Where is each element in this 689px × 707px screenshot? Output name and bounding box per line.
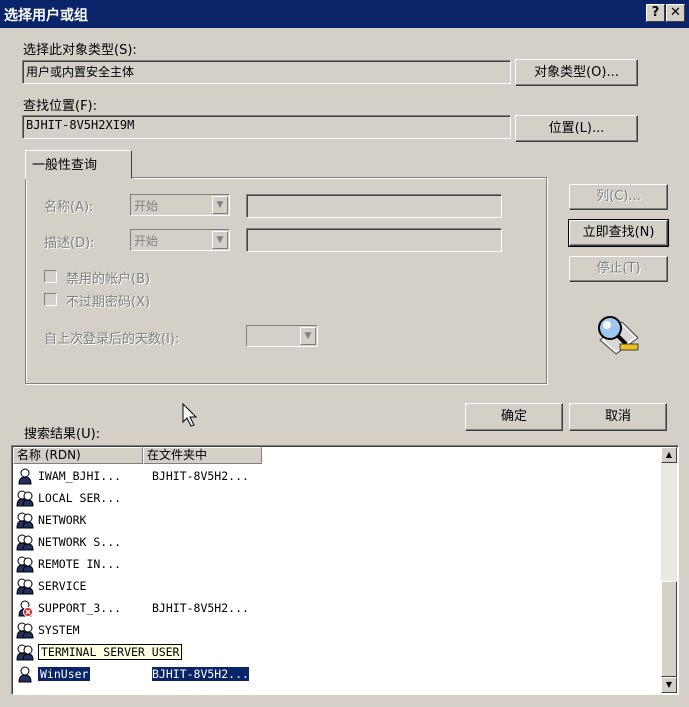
disabled-accounts-checkbox[interactable] <box>44 270 57 283</box>
object-type-field: 用户或内置安全主体 <box>22 60 511 84</box>
search-magnifier-icon <box>598 316 639 355</box>
find-now-button[interactable]: 立即查找(N) <box>568 219 669 247</box>
list-item[interactable]: IWAM_BJHI... BJHIT-8V5H2... <box>16 466 266 487</box>
location-label: 查找位置(F): <box>23 99 98 114</box>
object-types-button[interactable]: 对象类型(O)... <box>515 59 638 86</box>
tab-general-query[interactable]: 一般性查询 <box>25 150 132 179</box>
result-folder: BJHIT-8V5H2... <box>152 601 249 615</box>
result-name: NETWORK <box>38 513 87 527</box>
group-icon <box>16 622 34 639</box>
disabled-user-icon <box>18 600 33 617</box>
list-item[interactable]: NETWORK <box>16 510 266 531</box>
description-input[interactable] <box>246 228 502 252</box>
user-icon <box>18 666 32 683</box>
vertical-scrollbar[interactable]: ▲ ▼ <box>661 447 677 693</box>
scrollbar-thumb[interactable] <box>661 581 677 677</box>
list-item[interactable]: SUPPORT_3... BJHIT-8V5H2... <box>16 598 266 619</box>
name-mode-select[interactable]: 开始 ▼ <box>130 194 230 216</box>
result-name: SYSTEM <box>38 623 80 637</box>
chevron-down-icon: ▼ <box>212 196 228 214</box>
title-bar: 选择用户或组 ? ✕ <box>0 0 689 28</box>
result-name: IWAM_BJHI... <box>38 469 122 483</box>
name-mode-value: 开始 <box>134 199 159 213</box>
chevron-down-icon: ▼ <box>212 231 228 249</box>
list-item[interactable]: LOCAL SER... <box>16 488 266 509</box>
object-type-label: 选择此对象类型(S): <box>23 43 137 58</box>
name-input[interactable] <box>246 194 502 218</box>
chevron-down-icon: ▼ <box>300 327 316 345</box>
name-label: 名称(A): <box>44 200 94 215</box>
group-icon <box>16 644 34 661</box>
description-label: 描述(D): <box>44 236 95 251</box>
result-name: REMOTE IN... <box>38 557 122 571</box>
location-field: BJHIT-8V5H2XI9M <box>22 115 511 139</box>
window-title: 选择用户或组 <box>4 8 88 24</box>
list-item[interactable]: SYSTEM <box>16 620 266 641</box>
search-results-list[interactable]: 名称 (RDN) 在文件夹中 IWAM_BJHI... BJHIT-8V5H2..… <box>11 445 679 695</box>
days-since-logon-select[interactable]: ▼ <box>246 325 318 347</box>
description-mode-select[interactable]: 开始 ▼ <box>130 229 230 251</box>
result-folder: BJHIT-8V5H2... <box>152 667 249 681</box>
columns-button[interactable]: 列(C)... <box>569 184 668 210</box>
column-header-folder[interactable]: 在文件夹中 <box>143 447 262 464</box>
result-name: NETWORK S... <box>38 535 122 549</box>
result-name: TERMINAL SERVER USER <box>38 644 183 660</box>
result-name: WinUser <box>38 667 91 681</box>
description-mode-value: 开始 <box>134 234 159 248</box>
help-button[interactable]: ? <box>646 4 665 22</box>
cancel-button[interactable]: 取消 <box>569 403 667 431</box>
stop-button[interactable]: 停止(T) <box>569 256 668 282</box>
column-header-name[interactable]: 名称 (RDN) <box>13 447 143 464</box>
user-icon <box>18 468 32 485</box>
non-expiring-password-checkbox[interactable] <box>44 293 57 306</box>
group-icon <box>16 534 34 551</box>
non-expiring-password-label: 不过期密码(X) <box>66 295 151 310</box>
disabled-accounts-label: 禁用的帐户(B) <box>66 272 151 287</box>
scroll-up-icon[interactable]: ▲ <box>661 447 677 463</box>
result-name: SERVICE <box>38 579 87 593</box>
close-button[interactable]: ✕ <box>666 4 685 22</box>
ok-button[interactable]: 确定 <box>465 403 563 431</box>
locations-button[interactable]: 位置(L)... <box>515 115 638 142</box>
scroll-down-icon[interactable]: ▼ <box>661 677 677 693</box>
group-icon <box>16 556 34 573</box>
search-results-label: 搜索结果(U): <box>24 427 101 442</box>
result-name: SUPPORT_3... <box>38 601 122 615</box>
result-folder: BJHIT-8V5H2... <box>152 469 249 483</box>
result-name: LOCAL SER... <box>38 491 122 505</box>
group-icon <box>16 578 34 595</box>
group-icon <box>16 512 34 529</box>
mouse-cursor-icon <box>182 403 198 427</box>
list-item[interactable]: SERVICE <box>16 576 266 597</box>
list-item[interactable]: REMOTE IN... <box>16 554 266 575</box>
days-since-logon-label: 自上次登录后的天数(I): <box>44 332 180 347</box>
list-item[interactable]: WinUser BJHIT-8V5H2... <box>16 664 266 685</box>
list-item[interactable]: TERMINAL SERVER USER <box>16 642 266 663</box>
group-icon <box>16 490 34 507</box>
list-item[interactable]: NETWORK S... <box>16 532 266 553</box>
